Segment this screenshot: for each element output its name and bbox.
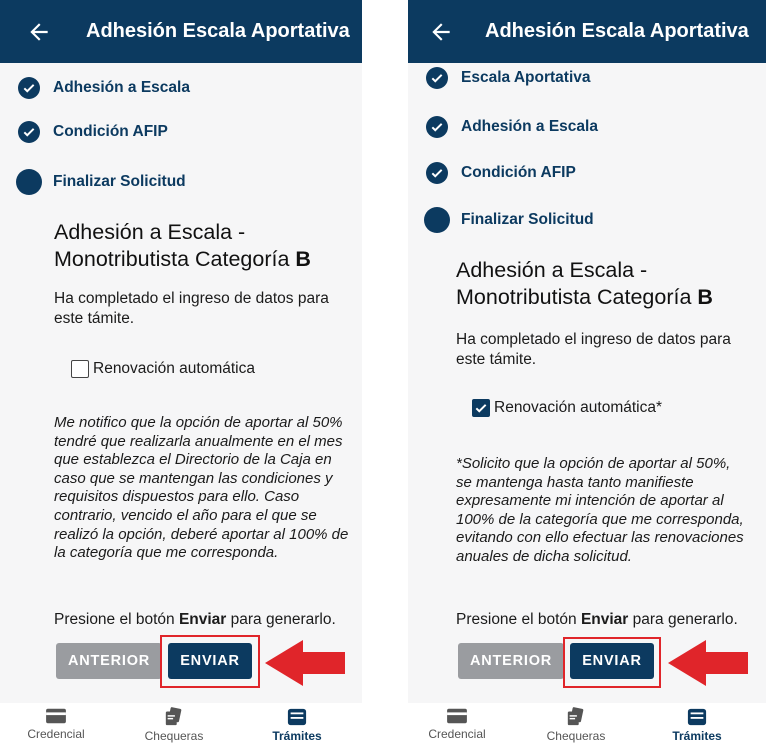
checkbox-checked-icon[interactable] <box>472 399 490 417</box>
check-circle-icon <box>18 121 40 143</box>
step-finalizar-solicitud: Finalizar Solicitud <box>16 168 186 196</box>
app-bar: Adhesión Escala Aportativa <box>408 0 766 63</box>
renewal-notice: Me notifico que la opción de aportar al … <box>54 414 349 562</box>
back-arrow-icon[interactable] <box>428 19 454 45</box>
checkbook-icon <box>165 707 182 726</box>
summary-heading: Adhesión a Escala - Monotributista Categ… <box>54 220 311 271</box>
step-label: Finalizar Solicitud <box>53 173 186 190</box>
nav-tramites[interactable]: Trámites <box>652 707 742 743</box>
current-step-dot-icon <box>16 169 42 195</box>
app-bar: Adhesión Escala Aportativa <box>0 0 362 63</box>
renewal-notice: *Solicito que la opción de aportar al 50… <box>456 455 744 565</box>
send-instruction: Presione el botón Enviar para generarlo. <box>456 611 738 628</box>
nav-chequeras[interactable]: Chequeras <box>129 707 219 743</box>
nav-chequeras[interactable]: Chequeras <box>531 707 621 743</box>
nav-tramites[interactable]: Trámites <box>252 707 342 743</box>
completed-message: Ha completado el ingreso de datos para e… <box>456 331 731 368</box>
tramites-tray-icon <box>287 708 307 726</box>
step-label: Adhesión a Escala <box>53 79 190 96</box>
summary-heading: Adhesión a Escala - Monotributista Categ… <box>456 258 713 309</box>
app-title: Adhesión Escala Aportativa <box>485 20 749 42</box>
back-arrow-icon[interactable] <box>26 19 52 45</box>
current-step-dot-icon <box>424 207 450 233</box>
step-adhesion-escala: Adhesión a Escala <box>18 74 190 102</box>
step-label: Adhesión a Escala <box>461 118 598 135</box>
highlight-box <box>160 635 260 688</box>
step-adhesion-escala: Adhesión a Escala <box>426 113 598 141</box>
step-label: Condición AFIP <box>461 164 576 181</box>
step-escala-aportativa: Escala Aportativa <box>426 64 591 92</box>
credential-card-icon <box>447 708 467 724</box>
step-condicion-afip: Condición AFIP <box>426 159 576 187</box>
checkbook-icon <box>567 707 584 726</box>
nav-credencial[interactable]: Credencial <box>412 707 502 741</box>
right-screen: Adhesión Escala Aportativa Escala Aporta… <box>408 0 766 751</box>
anterior-button[interactable]: ANTERIOR <box>56 643 162 679</box>
nav-credencial[interactable]: Credencial <box>11 707 101 741</box>
completed-message: Ha completado el ingreso de datos para e… <box>54 290 329 327</box>
step-label: Escala Aportativa <box>461 69 591 86</box>
bottom-navigation: Credencial Chequeras Trámites <box>408 703 766 751</box>
auto-renewal-checkbox[interactable]: Renovación automática* <box>472 399 662 417</box>
app-title: Adhesión Escala Aportativa <box>86 20 350 42</box>
checkbox-unchecked-icon[interactable] <box>71 360 89 378</box>
auto-renewal-checkbox[interactable]: Renovación automática <box>71 360 255 378</box>
anterior-button[interactable]: ANTERIOR <box>458 643 564 679</box>
send-instruction: Presione el botón Enviar para generarlo. <box>54 611 336 628</box>
tramites-tray-icon <box>687 708 707 726</box>
step-label: Condición AFIP <box>53 123 168 140</box>
check-circle-icon <box>426 116 448 138</box>
credential-card-icon <box>46 708 66 724</box>
check-circle-icon <box>426 67 448 89</box>
check-circle-icon <box>426 162 448 184</box>
red-arrow-icon <box>265 640 345 686</box>
step-condicion-afip: Condición AFIP <box>18 118 168 146</box>
highlight-box <box>563 637 661 688</box>
check-circle-icon <box>18 77 40 99</box>
red-arrow-icon <box>668 640 748 686</box>
step-finalizar-solicitud: Finalizar Solicitud <box>424 206 594 234</box>
left-screen: Adhesión Escala Aportativa Adhesión a Es… <box>0 0 362 751</box>
bottom-navigation: Credencial Chequeras Trámites <box>0 703 362 751</box>
step-label: Finalizar Solicitud <box>461 211 594 228</box>
